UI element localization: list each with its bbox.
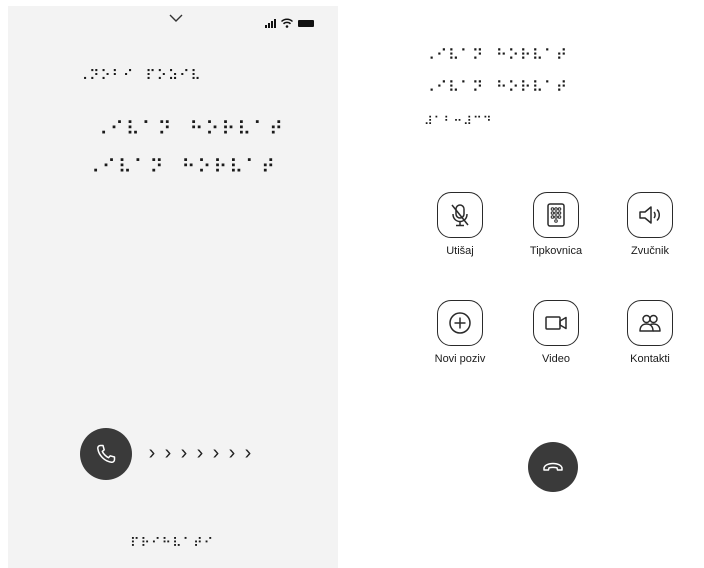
contacts-control: Kontakti xyxy=(610,300,690,365)
active-call-screen: ⠠⠊⠧⠁⠝⠀⠓⠕⠗⠧⠁⠞ ⠠⠊⠧⠁⠝⠀⠓⠕⠗⠧⠁⠞ ⠼⠁⠃⠒⠼⠉⠙ Utišaj xyxy=(398,6,704,568)
add-call-icon xyxy=(449,312,471,334)
phone-icon xyxy=(97,444,116,463)
keypad-control: Tipkovnica xyxy=(516,192,596,257)
swipe-arrow-icon: › xyxy=(180,442,188,464)
swipe-arrow-icon: › xyxy=(196,442,204,464)
caller-name-line1: ⠠⠊⠧⠁⠝⠀⠓⠕⠗⠧⠁⠞ xyxy=(94,118,285,140)
video-camera-icon xyxy=(545,316,567,330)
add-call-button[interactable] xyxy=(437,300,483,346)
swipe-arrow-icon: › xyxy=(212,442,220,464)
keypad-label: Tipkovnica xyxy=(529,245,583,257)
answer-call-button[interactable] xyxy=(80,428,132,480)
mute-button[interactable] xyxy=(437,192,483,238)
wifi-icon xyxy=(281,18,293,28)
mute-label: Utišaj xyxy=(446,245,474,257)
mic-muted-icon xyxy=(451,204,469,227)
swipe-arrow-icon: › xyxy=(148,442,156,464)
speaker-control: Zvučnik xyxy=(610,192,690,257)
battery-icon xyxy=(298,20,314,27)
contacts-button[interactable] xyxy=(627,300,673,346)
keypad-button[interactable] xyxy=(533,192,579,238)
signal-icon xyxy=(265,19,276,28)
video-control: Video xyxy=(516,300,596,365)
speaker-label: Zvučnik xyxy=(631,245,669,257)
contacts-icon xyxy=(639,314,661,332)
call-status-label: ⠠⠝⠕⠃⠊⠀⠏⠕⠵⠊⠧ xyxy=(78,68,202,84)
contacts-label: Kontakti xyxy=(630,353,670,365)
status-bar xyxy=(265,18,314,28)
swipe-hint-label: ⠏⠗⠊⠓⠧⠁⠞⠊ xyxy=(130,536,215,551)
swipe-arrows[interactable]: › › › › › › › xyxy=(146,442,254,465)
caller-name-line2: ⠠⠊⠧⠁⠝⠀⠓⠕⠗⠧⠁⠞ xyxy=(86,156,277,178)
caller-name-line2: ⠠⠊⠧⠁⠝⠀⠓⠕⠗⠧⠁⠞ xyxy=(424,78,568,96)
speaker-icon xyxy=(639,206,660,224)
incoming-call-screen: ⠠⠝⠕⠃⠊⠀⠏⠕⠵⠊⠧ ⠠⠊⠧⠁⠝⠀⠓⠕⠗⠧⠁⠞ ⠠⠊⠧⠁⠝⠀⠓⠕⠗⠧⠁⠞ › … xyxy=(8,6,338,568)
caller-name-line1: ⠠⠊⠧⠁⠝⠀⠓⠕⠗⠧⠁⠞ xyxy=(424,46,568,64)
swipe-arrow-icon: › xyxy=(244,442,252,464)
chevron-down-icon[interactable] xyxy=(169,14,183,22)
call-timer: ⠼⠁⠃⠒⠼⠉⠙ xyxy=(424,114,493,128)
end-call-button[interactable] xyxy=(528,442,578,492)
keypad-icon xyxy=(547,203,565,227)
swipe-arrow-icon: › xyxy=(164,442,172,464)
video-button[interactable] xyxy=(533,300,579,346)
video-label: Video xyxy=(542,353,570,365)
add-call-label: Novi poziv xyxy=(434,353,486,365)
hang-up-icon xyxy=(543,462,563,471)
speaker-button[interactable] xyxy=(627,192,673,238)
mute-control: Utišaj xyxy=(420,192,500,257)
swipe-arrow-icon: › xyxy=(228,442,236,464)
add-call-control: Novi poziv xyxy=(420,300,500,365)
